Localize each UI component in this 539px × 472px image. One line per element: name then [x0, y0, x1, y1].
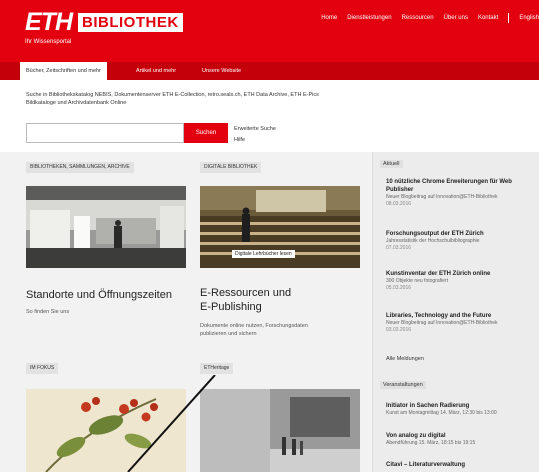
events-label: Veranstaltungen [380, 381, 426, 389]
advanced-search-link[interactable]: Erweiterte Suche [234, 124, 276, 135]
tab-website[interactable]: Unsere Website [196, 62, 247, 80]
news-item[interactable]: Forschungsoutput der ETH Zürich Jahresst… [386, 230, 538, 252]
site-header: ETH BIBLIOTHEK Ihr Wissensportal Home Di… [0, 0, 539, 62]
nav-dienstleistungen[interactable]: Dienstleistungen [347, 15, 391, 23]
libraries-card-title[interactable]: Standorte und Öffnungszeiten [26, 288, 172, 302]
news-title: Libraries, Technology and the Future [386, 313, 492, 319]
library-interior-image [26, 186, 186, 268]
tab-buecher[interactable]: Bücher, Zeitschriften und mehr [20, 62, 107, 80]
digital-card-text-line1: Dokumente online nutzen, Forschungsdaten [200, 323, 308, 329]
search-description-line1: Suche in Bibliothekskatalog NEBIS, Dokum… [26, 92, 319, 98]
section-label-focus: IM FOKUS [26, 363, 59, 374]
section-label-digital: DIGITALE BIBLIOTHEK [200, 162, 262, 173]
search-links: Erweiterte Suche Hilfe [234, 124, 276, 146]
nav-ueber-uns[interactable]: Über uns [444, 15, 468, 23]
news-title: Kunstinventar der ETH Zürich online [386, 271, 491, 277]
nav-divider [508, 13, 510, 23]
nav-kontakt[interactable]: Kontakt [478, 15, 498, 23]
all-news-link[interactable]: Alle Meldungen [386, 356, 424, 362]
search-scope-tabs: Bücher, Zeitschriften und mehr Artikel u… [0, 62, 539, 80]
news-subtitle: Neuer Blogbeitrag auf Innovation@ETH-Bib… [386, 194, 498, 200]
event-subtitle: Abendführung 15. März, 18:15 bis 19:15 [386, 440, 476, 446]
etheritage-photo[interactable] [200, 389, 360, 472]
news-subtitle: Neuer Blogbeitrag auf Innovation@ETH-Bib… [386, 320, 498, 326]
search-input[interactable] [26, 123, 184, 143]
top-navigation: Home Dienstleistungen Ressourcen Über un… [321, 13, 539, 23]
news-title: Forschungsoutput der ETH Zürich [386, 231, 484, 237]
news-date: 05.03.2016 [386, 285, 412, 291]
digital-card-text-line2: publizieren und sichern [200, 331, 257, 337]
event-subtitle: Kunst am Montagmittag 14. März, 12:30 bi… [386, 410, 497, 416]
event-title: Von analog zu digital [386, 433, 446, 439]
news-title: 10 nützliche Chrome Erweiterungen für We… [386, 179, 512, 193]
news-item[interactable]: Libraries, Technology and the Future Neu… [386, 312, 538, 334]
logo-subtitle: Ihr Wissensportal [25, 39, 72, 45]
event-item[interactable]: Citavi – Literaturverwaltung [386, 461, 538, 469]
digital-card-title[interactable]: E-Ressourcen und E-Publishing [200, 286, 291, 314]
help-link[interactable]: Hilfe [234, 135, 276, 146]
aktuell-label: Aktuell [380, 160, 403, 168]
digital-card-title-line2: E-Publishing [200, 301, 262, 313]
logo-eth-text: ETH [25, 8, 73, 36]
digital-card-text: Dokumente online nutzen, Forschungsdaten… [200, 322, 308, 338]
nav-ressourcen[interactable]: Ressourcen [402, 15, 434, 23]
news-date: 03.03.2016 [386, 327, 412, 333]
news-subtitle: Jahresstatistik der Hochschulbibliograph… [386, 238, 480, 244]
tab-artikel[interactable]: Artikel und mehr [130, 62, 182, 80]
logo-bibliothek-text: BIBLIOTHEK [78, 13, 183, 32]
digital-image-caption[interactable]: Digitale Lehrbücher lesen [232, 250, 295, 258]
nav-home[interactable]: Home [321, 15, 337, 23]
news-date: 07.03.2016 [386, 245, 412, 251]
search-description-line2: Bildkataloge und Archivdatenbank Online [26, 100, 127, 106]
news-item[interactable]: 10 nützliche Chrome Erweiterungen für We… [386, 178, 538, 208]
street-historic-image [200, 389, 360, 472]
news-subtitle: 300 Objekte neu fotografiert [386, 278, 448, 284]
event-title: Initiator in Sachen Radierung [386, 403, 470, 409]
event-item[interactable]: Initiator in Sachen Radierung Kunst am M… [386, 402, 538, 417]
section-label-etheritage: ETHeritage [200, 363, 234, 374]
search-description: Suche in Bibliothekskatalog NEBIS, Dokum… [26, 91, 539, 107]
nav-english[interactable]: English [519, 15, 539, 23]
search-button[interactable]: Suchen [184, 123, 228, 143]
event-title: Citavi – Literaturverwaltung [386, 462, 466, 468]
digital-card-title-line1: E-Ressourcen und [200, 287, 292, 299]
event-item[interactable]: Von analog zu digital Abendführung 15. M… [386, 432, 538, 447]
news-item[interactable]: Kunstinventar der ETH Zürich online 300 … [386, 270, 538, 292]
news-date: 08.03.2016 [386, 201, 412, 207]
section-label-libraries: BIBLIOTHEKEN, SAMMLUNGEN, ARCHIVE [26, 162, 134, 173]
libraries-card-text: So finden Sie uns [26, 309, 70, 315]
library-photo[interactable] [26, 186, 186, 268]
diagonal-line-overlay [127, 375, 216, 472]
eth-bibliothek-logo[interactable]: ETH BIBLIOTHEK [25, 8, 183, 37]
